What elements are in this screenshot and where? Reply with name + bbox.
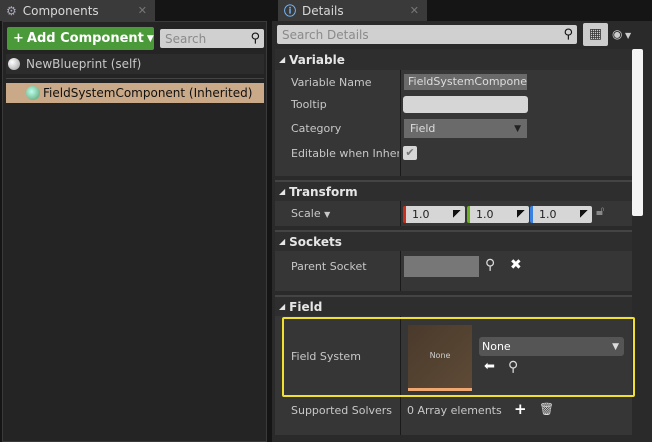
list-item-label: FieldSystemComponent (Inherited) (43, 86, 253, 100)
asset-thumbnail[interactable]: None (408, 325, 472, 391)
search-placeholder: Search Details (282, 27, 369, 42)
field-system-value: None (482, 340, 511, 353)
variable-name-input[interactable]: FieldSystemComponen (404, 74, 527, 90)
scale-x-input[interactable]: 1.0 (403, 206, 465, 223)
section-title: Transform (289, 184, 358, 199)
scrollbar-thumb[interactable] (632, 49, 643, 216)
chevron-down-icon: ▼ (612, 341, 619, 352)
tooltip-input[interactable] (403, 96, 528, 113)
plus-icon: + (13, 31, 24, 46)
search-placeholder: Search (165, 31, 207, 46)
chevron-down-icon: ▼ (324, 210, 331, 219)
lock-icon[interactable]: 🔓︎ (596, 204, 604, 219)
section-title: Field (289, 299, 323, 314)
check-icon: ✔ (405, 146, 415, 159)
field-system-label: Field System (291, 350, 361, 363)
scale-label[interactable]: Scale ▼ (291, 207, 330, 220)
scale-z-input[interactable]: 1.0 (530, 206, 592, 223)
component-icon (26, 86, 40, 100)
supported-solvers-value: 0 Array elements (407, 404, 502, 417)
chevron-down-icon: ▼ (146, 33, 154, 44)
collapse-icon: ◢ (279, 237, 286, 246)
parent-socket-label: Parent Socket (291, 260, 367, 273)
category-label: Category (291, 122, 342, 135)
details-icon: ⓘ (284, 4, 297, 18)
variable-header[interactable]: ◢ Variable (275, 49, 632, 70)
collapse-icon: ◢ (279, 55, 286, 64)
field-system-dropdown[interactable]: None ▼ (479, 337, 624, 356)
grid-icon: ▦ (588, 26, 603, 42)
search-icon: ⚲ (563, 27, 573, 42)
transform-header[interactable]: ◢ Transform (275, 180, 632, 201)
details-search-input[interactable]: Search Details ⚲ (277, 25, 577, 44)
collapse-icon: ◢ (279, 302, 286, 311)
variable-name-label: Variable Name (291, 76, 372, 89)
search-icon: ⚲ (250, 31, 260, 46)
clear-icon[interactable]: ✖ (510, 257, 522, 273)
list-item-label: NewBlueprint (self) (26, 57, 142, 71)
tooltip-label: Tooltip (291, 98, 327, 111)
section-title: Variable (289, 52, 345, 67)
browse-search-icon[interactable]: ⚲ (485, 257, 495, 273)
close-icon[interactable]: ✕ (410, 4, 419, 17)
collapse-icon: ◢ (279, 187, 286, 196)
parent-socket-input[interactable] (404, 256, 479, 277)
visibility-button[interactable]: ◉ ▼ (612, 27, 631, 41)
trash-icon[interactable]: 🗑︎ (539, 402, 554, 416)
list-item-fieldsystemcomponent[interactable]: FieldSystemComponent (Inherited) (6, 83, 264, 103)
sockets-header[interactable]: ◢ Sockets (275, 230, 632, 251)
category-value: Field (410, 122, 436, 135)
tab-components[interactable]: ⚙ Components ✕ (0, 0, 155, 21)
divider (6, 78, 264, 79)
sphere-icon (8, 58, 20, 70)
column-divider (400, 251, 401, 291)
add-component-label: Add Component (26, 31, 144, 46)
components-search-input[interactable]: Search ⚲ (160, 29, 264, 48)
browse-search-icon[interactable]: ⚲ (508, 359, 518, 375)
use-selected-arrow-icon[interactable]: ⬅ (484, 359, 495, 374)
chevron-down-icon: ▼ (514, 123, 521, 134)
add-component-button[interactable]: + Add Component ▼ (7, 27, 154, 50)
editable-checkbox[interactable]: ✔ (403, 146, 417, 160)
close-icon[interactable]: ✕ (138, 4, 147, 17)
add-element-icon[interactable]: + (514, 400, 527, 418)
tab-details[interactable]: ⓘ Details ✕ (278, 0, 427, 21)
list-item-newblueprint[interactable]: NewBlueprint (self) (6, 54, 264, 74)
section-title: Sockets (289, 234, 342, 249)
tab-label: Details (302, 3, 344, 18)
category-dropdown[interactable]: Field ▼ (404, 119, 527, 138)
scale-y-input[interactable]: 1.0 (467, 206, 529, 223)
property-matrix-button[interactable]: ▦ (583, 23, 608, 46)
supported-solvers-label: Supported Solvers (291, 404, 393, 417)
editable-label: Editable when Inherited (291, 147, 399, 160)
column-divider (400, 201, 401, 226)
column-divider (400, 70, 401, 176)
chevron-down-icon: ▼ (622, 31, 632, 40)
eye-icon: ◉ (612, 27, 623, 41)
tab-label: Components (22, 3, 99, 18)
scale-text: Scale (291, 207, 321, 220)
field-header[interactable]: ◢ Field (275, 295, 632, 316)
components-icon: ⚙ (6, 3, 17, 18)
